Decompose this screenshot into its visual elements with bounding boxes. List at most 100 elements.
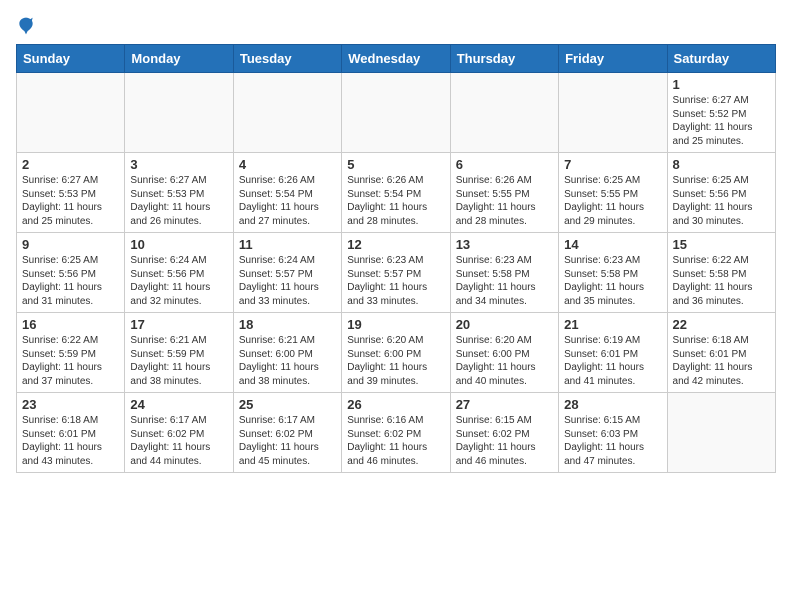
calendar-cell: 15 Sunrise: 6:22 AM Sunset: 5:58 PM Dayli… [667, 233, 775, 313]
day-info: Sunrise: 6:15 AM Sunset: 6:02 PM Dayligh… [456, 414, 553, 468]
calendar-cell: 17 Sunrise: 6:21 AM Sunset: 5:59 PM Dayli… [125, 313, 233, 393]
calendar-cell [233, 73, 341, 153]
calendar-cell: 27 Sunrise: 6:15 AM Sunset: 6:02 PM Dayli… [450, 393, 558, 473]
calendar-cell: 6 Sunrise: 6:26 AM Sunset: 5:55 PM Daylig… [450, 153, 558, 233]
day-info: Sunrise: 6:27 AM Sunset: 5:53 PM Dayligh… [130, 174, 227, 228]
day-number: 25 [239, 397, 336, 412]
calendar-table: SundayMondayTuesdayWednesdayThursdayFrid… [16, 44, 776, 473]
calendar-cell: 1Sunrise: 6:27 AM Sunset: 5:52 PM Daylig… [667, 73, 775, 153]
calendar-cell: 2 Sunrise: 6:27 AM Sunset: 5:53 PM Daylig… [17, 153, 125, 233]
day-number: 13 [456, 237, 553, 252]
calendar-cell [342, 73, 450, 153]
calendar-cell: 22 Sunrise: 6:18 AM Sunset: 6:01 PM Dayli… [667, 313, 775, 393]
day-info: Sunrise: 6:20 AM Sunset: 6:00 PM Dayligh… [456, 334, 553, 388]
weekday-header-sunday: Sunday [17, 45, 125, 73]
day-info: Sunrise: 6:27 AM Sunset: 5:52 PM Dayligh… [673, 94, 770, 148]
weekday-header-wednesday: Wednesday [342, 45, 450, 73]
day-number: 11 [239, 237, 336, 252]
day-info: Sunrise: 6:26 AM Sunset: 5:54 PM Dayligh… [239, 174, 336, 228]
day-info: Sunrise: 6:23 AM Sunset: 5:57 PM Dayligh… [347, 254, 444, 308]
day-info: Sunrise: 6:23 AM Sunset: 5:58 PM Dayligh… [564, 254, 661, 308]
day-number: 21 [564, 317, 661, 332]
day-number: 12 [347, 237, 444, 252]
day-info: Sunrise: 6:24 AM Sunset: 5:56 PM Dayligh… [130, 254, 227, 308]
day-number: 26 [347, 397, 444, 412]
calendar-cell: 12 Sunrise: 6:23 AM Sunset: 5:57 PM Dayli… [342, 233, 450, 313]
day-info: Sunrise: 6:20 AM Sunset: 6:00 PM Dayligh… [347, 334, 444, 388]
day-info: Sunrise: 6:19 AM Sunset: 6:01 PM Dayligh… [564, 334, 661, 388]
day-number: 10 [130, 237, 227, 252]
logo-icon [16, 16, 36, 36]
calendar-week-row: 1Sunrise: 6:27 AM Sunset: 5:52 PM Daylig… [17, 73, 776, 153]
calendar-cell: 19 Sunrise: 6:20 AM Sunset: 6:00 PM Dayli… [342, 313, 450, 393]
calendar-cell: 13 Sunrise: 6:23 AM Sunset: 5:58 PM Dayli… [450, 233, 558, 313]
day-info: Sunrise: 6:22 AM Sunset: 5:59 PM Dayligh… [22, 334, 119, 388]
logo [16, 16, 40, 36]
calendar-cell [450, 73, 558, 153]
calendar-cell: 9 Sunrise: 6:25 AM Sunset: 5:56 PM Daylig… [17, 233, 125, 313]
day-info: Sunrise: 6:21 AM Sunset: 5:59 PM Dayligh… [130, 334, 227, 388]
calendar-cell: 24Sunrise: 6:17 AM Sunset: 6:02 PM Dayli… [125, 393, 233, 473]
day-number: 14 [564, 237, 661, 252]
calendar-week-row: 23 Sunrise: 6:18 AM Sunset: 6:01 PM Dayli… [17, 393, 776, 473]
calendar-cell: 20 Sunrise: 6:20 AM Sunset: 6:00 PM Dayli… [450, 313, 558, 393]
day-info: Sunrise: 6:21 AM Sunset: 6:00 PM Dayligh… [239, 334, 336, 388]
day-number: 5 [347, 157, 444, 172]
calendar-cell: 28 Sunrise: 6:15 AM Sunset: 6:03 PM Dayli… [559, 393, 667, 473]
weekday-header-thursday: Thursday [450, 45, 558, 73]
day-info: Sunrise: 6:24 AM Sunset: 5:57 PM Dayligh… [239, 254, 336, 308]
day-number: 19 [347, 317, 444, 332]
calendar-week-row: 2 Sunrise: 6:27 AM Sunset: 5:53 PM Daylig… [17, 153, 776, 233]
calendar-cell: 8 Sunrise: 6:25 AM Sunset: 5:56 PM Daylig… [667, 153, 775, 233]
calendar-cell: 4 Sunrise: 6:26 AM Sunset: 5:54 PM Daylig… [233, 153, 341, 233]
day-number: 6 [456, 157, 553, 172]
weekday-header-friday: Friday [559, 45, 667, 73]
page-header [16, 16, 776, 36]
day-number: 16 [22, 317, 119, 332]
day-info: Sunrise: 6:25 AM Sunset: 5:56 PM Dayligh… [673, 174, 770, 228]
calendar-cell [559, 73, 667, 153]
day-number: 3 [130, 157, 227, 172]
day-number: 27 [456, 397, 553, 412]
day-number: 24 [130, 397, 227, 412]
calendar-cell [17, 73, 125, 153]
calendar-cell: 10 Sunrise: 6:24 AM Sunset: 5:56 PM Dayli… [125, 233, 233, 313]
day-info: Sunrise: 6:18 AM Sunset: 6:01 PM Dayligh… [673, 334, 770, 388]
calendar-cell: 26 Sunrise: 6:16 AM Sunset: 6:02 PM Dayli… [342, 393, 450, 473]
weekday-header-saturday: Saturday [667, 45, 775, 73]
calendar-cell: 3 Sunrise: 6:27 AM Sunset: 5:53 PM Daylig… [125, 153, 233, 233]
day-info: Sunrise: 6:25 AM Sunset: 5:55 PM Dayligh… [564, 174, 661, 228]
day-number: 9 [22, 237, 119, 252]
calendar-cell: 23 Sunrise: 6:18 AM Sunset: 6:01 PM Dayli… [17, 393, 125, 473]
day-number: 28 [564, 397, 661, 412]
calendar-cell [667, 393, 775, 473]
day-info: Sunrise: 6:17 AM Sunset: 6:02 PM Dayligh… [239, 414, 336, 468]
weekday-header-tuesday: Tuesday [233, 45, 341, 73]
calendar-cell: 7 Sunrise: 6:25 AM Sunset: 5:55 PM Daylig… [559, 153, 667, 233]
day-info: Sunrise: 6:23 AM Sunset: 5:58 PM Dayligh… [456, 254, 553, 308]
weekday-header-row: SundayMondayTuesdayWednesdayThursdayFrid… [17, 45, 776, 73]
day-number: 18 [239, 317, 336, 332]
calendar-week-row: 9 Sunrise: 6:25 AM Sunset: 5:56 PM Daylig… [17, 233, 776, 313]
day-number: 2 [22, 157, 119, 172]
day-info: Sunrise: 6:25 AM Sunset: 5:56 PM Dayligh… [22, 254, 119, 308]
day-number: 20 [456, 317, 553, 332]
calendar-week-row: 16 Sunrise: 6:22 AM Sunset: 5:59 PM Dayli… [17, 313, 776, 393]
calendar-cell: 11 Sunrise: 6:24 AM Sunset: 5:57 PM Dayli… [233, 233, 341, 313]
day-info: Sunrise: 6:22 AM Sunset: 5:58 PM Dayligh… [673, 254, 770, 308]
day-info: Sunrise: 6:15 AM Sunset: 6:03 PM Dayligh… [564, 414, 661, 468]
day-number: 7 [564, 157, 661, 172]
day-info: Sunrise: 6:18 AM Sunset: 6:01 PM Dayligh… [22, 414, 119, 468]
day-number: 4 [239, 157, 336, 172]
day-info: Sunrise: 6:26 AM Sunset: 5:55 PM Dayligh… [456, 174, 553, 228]
calendar-cell: 25 Sunrise: 6:17 AM Sunset: 6:02 PM Dayli… [233, 393, 341, 473]
calendar-cell: 16 Sunrise: 6:22 AM Sunset: 5:59 PM Dayli… [17, 313, 125, 393]
day-number: 23 [22, 397, 119, 412]
day-number: 15 [673, 237, 770, 252]
day-info: Sunrise: 6:16 AM Sunset: 6:02 PM Dayligh… [347, 414, 444, 468]
day-info: Sunrise: 6:27 AM Sunset: 5:53 PM Dayligh… [22, 174, 119, 228]
day-number: 22 [673, 317, 770, 332]
day-number: 8 [673, 157, 770, 172]
calendar-cell [125, 73, 233, 153]
day-number: 17 [130, 317, 227, 332]
